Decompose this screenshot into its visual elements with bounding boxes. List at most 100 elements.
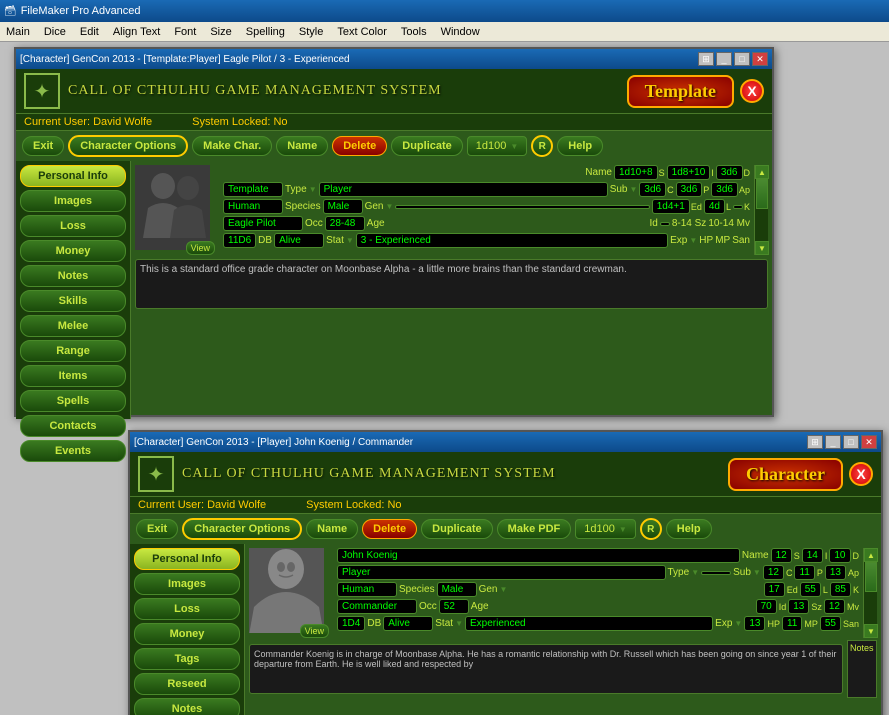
stat-i-label: I xyxy=(711,168,714,178)
human-value: Human xyxy=(223,199,283,214)
sidebar2-personal[interactable]: Personal Info xyxy=(134,548,240,570)
view-btn[interactable]: View xyxy=(186,241,215,255)
menu-spelling[interactable]: Spelling xyxy=(240,25,291,39)
app2-main: Personal Info Images Loss Money Tags Res… xyxy=(130,544,881,715)
char-options-btn[interactable]: Character Options xyxy=(68,135,188,157)
menu-tools[interactable]: Tools xyxy=(395,25,433,39)
name2-btn[interactable]: Name xyxy=(306,519,358,539)
scroll-down-btn[interactable]: ▼ xyxy=(755,241,769,255)
sidebar-loss[interactable]: Loss xyxy=(20,215,126,237)
hp-label: HP xyxy=(699,235,713,246)
stat2-mp-label: MP xyxy=(804,619,818,629)
help2-btn[interactable]: Help xyxy=(666,519,712,539)
sz-label: 8-14 Sz xyxy=(672,218,706,229)
app2-scrollbar: ▲ ▼ xyxy=(863,548,877,638)
make-char-btn[interactable]: Make Char. xyxy=(192,136,272,156)
sidebar-range[interactable]: Range xyxy=(20,340,126,362)
app1-main: Personal Info Images Loss Money Notes Sk… xyxy=(16,161,772,419)
char-options2-btn[interactable]: Character Options xyxy=(182,518,302,540)
stat2-mv-label: Mv xyxy=(847,602,859,612)
win2-restore-btn[interactable]: ⊞ xyxy=(807,435,823,449)
scroll-thumb[interactable] xyxy=(756,179,768,209)
sidebar-spells[interactable]: Spells xyxy=(20,390,126,412)
window1-title: [Character] GenCon 2013 - [Template:Play… xyxy=(20,54,350,65)
menu-font[interactable]: Font xyxy=(168,25,202,39)
win1-maximize-btn[interactable]: □ xyxy=(734,52,750,66)
sidebar-personal-info[interactable]: Personal Info xyxy=(20,165,126,187)
view2-btn[interactable]: View xyxy=(300,624,329,638)
stat-c-label: C xyxy=(667,185,674,195)
scroll2-thumb[interactable] xyxy=(865,562,877,592)
menu-edit[interactable]: Edit xyxy=(74,25,105,39)
win2-minimize-btn[interactable]: _ xyxy=(825,435,841,449)
sidebar-melee[interactable]: Melee xyxy=(20,315,126,337)
scroll2-down-btn[interactable]: ▼ xyxy=(864,624,878,638)
window2-titlebar: [Character] GenCon 2013 - [Player] John … xyxy=(130,432,881,452)
os-title: FileMaker Pro Advanced xyxy=(21,5,141,17)
sidebar2-notes[interactable]: Notes xyxy=(134,698,240,715)
menu-main[interactable]: Main xyxy=(0,25,36,39)
stat2-id-label: Id xyxy=(779,602,787,612)
win2-close-btn[interactable]: ✕ xyxy=(861,435,877,449)
exit2-btn[interactable]: Exit xyxy=(136,519,178,539)
app2-close-btn[interactable]: X xyxy=(849,462,873,486)
sidebar2-loss[interactable]: Loss xyxy=(134,598,240,620)
window1-titlebar: [Character] GenCon 2013 - [Template:Play… xyxy=(16,49,772,69)
win1-minimize-btn[interactable]: _ xyxy=(716,52,732,66)
duplicate-btn[interactable]: Duplicate xyxy=(391,136,463,156)
sidebar-images[interactable]: Images xyxy=(20,190,126,212)
stat2-mp: 11 xyxy=(782,616,802,631)
dice2-dropdown[interactable]: 1d100 ▼ xyxy=(575,519,636,539)
name-btn[interactable]: Name xyxy=(276,136,328,156)
dice-dropdown[interactable]: 1d100 ▼ xyxy=(467,136,528,156)
window2: [Character] GenCon 2013 - [Player] John … xyxy=(128,430,883,715)
r-btn[interactable]: R xyxy=(531,135,553,157)
delete2-btn[interactable]: Delete xyxy=(362,519,417,539)
app1-system: System Locked: No xyxy=(192,116,287,128)
exit-btn[interactable]: Exit xyxy=(22,136,64,156)
sidebar-contacts[interactable]: Contacts xyxy=(20,415,126,437)
win1-close-btn[interactable]: ✕ xyxy=(752,52,768,66)
stat2-p-label: P xyxy=(817,568,823,578)
help-btn[interactable]: Help xyxy=(557,136,603,156)
stat2-i: 14 xyxy=(802,548,823,563)
r2-btn[interactable]: R xyxy=(640,518,662,540)
scroll-track xyxy=(755,179,768,241)
male2-value: Male xyxy=(437,582,477,597)
sidebar2-tags[interactable]: Tags xyxy=(134,648,240,670)
stat-label: Stat xyxy=(326,235,344,246)
exp2-label: Exp xyxy=(715,618,732,629)
menu-dice[interactable]: Dice xyxy=(38,25,72,39)
sidebar2-images[interactable]: Images xyxy=(134,573,240,595)
menu-textcolor[interactable]: Text Color xyxy=(331,25,393,39)
duplicate2-btn[interactable]: Duplicate xyxy=(421,519,493,539)
stat-p-value: 3d6 xyxy=(676,182,703,197)
app1-header: ✦ Call of Cthulhu Game Management System… xyxy=(16,69,772,114)
scroll-up-btn[interactable]: ▲ xyxy=(755,165,769,179)
menu-window[interactable]: Window xyxy=(435,25,486,39)
sidebar-skills[interactable]: Skills xyxy=(20,290,126,312)
win1-restore-btn[interactable]: ⊞ xyxy=(698,52,714,66)
stat-l-value: 4d xyxy=(704,199,725,214)
sidebar2-reseed[interactable]: Reseed xyxy=(134,673,240,695)
sidebar-events[interactable]: Events xyxy=(20,440,126,462)
app1-close-btn[interactable]: X xyxy=(740,79,764,103)
win2-maximize-btn[interactable]: □ xyxy=(843,435,859,449)
make-pdf-btn[interactable]: Make PDF xyxy=(497,519,572,539)
menu-size[interactable]: Size xyxy=(204,25,237,39)
mp-label: MP xyxy=(715,235,730,246)
occ2-label: Occ xyxy=(419,601,437,612)
dice-value: 1d100 xyxy=(476,140,507,152)
scroll2-up-btn[interactable]: ▲ xyxy=(864,548,878,562)
menu-align[interactable]: Align Text xyxy=(107,25,167,39)
app2-header: ✦ Call of Cthulhu Game Management System… xyxy=(130,452,881,497)
delete-btn[interactable]: Delete xyxy=(332,136,387,156)
stat-d-value: 3d6 xyxy=(716,165,743,180)
sidebar2-money[interactable]: Money xyxy=(134,623,240,645)
sidebar-notes[interactable]: Notes xyxy=(20,265,126,287)
sidebar-money[interactable]: Money xyxy=(20,240,126,262)
dice2-value: 1d100 xyxy=(584,523,615,535)
stats-area: Name 1d10+8 S 1d8+10 I xyxy=(219,165,750,255)
menu-style[interactable]: Style xyxy=(293,25,329,39)
sidebar-items[interactable]: Items xyxy=(20,365,126,387)
